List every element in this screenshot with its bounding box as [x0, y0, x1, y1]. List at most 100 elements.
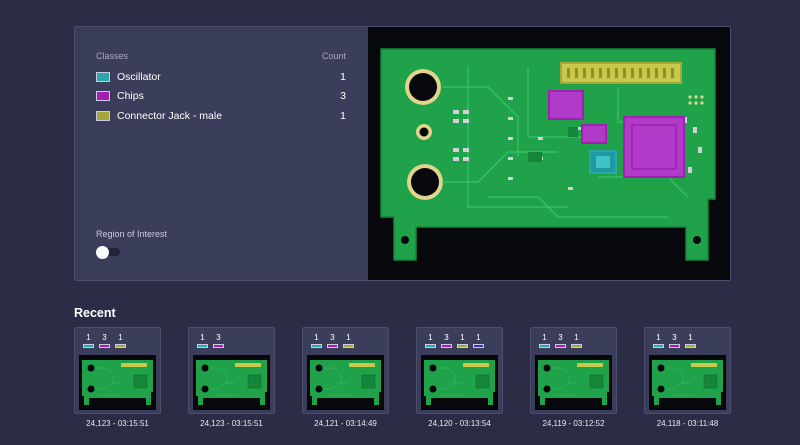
recent-card-box: 1 3 1 — [530, 327, 617, 414]
recent-card[interactable]: 1 3 1 1 24,120 - 03:13:54 — [416, 327, 503, 428]
card-count: 1 — [570, 333, 583, 348]
thumbnail-chip — [247, 374, 262, 389]
roi-label: Region of Interest — [96, 229, 168, 239]
oscillator-body — [596, 156, 610, 168]
card-count-swatch — [539, 344, 550, 348]
mount-hole-icon — [411, 168, 439, 196]
card-count: 1 — [342, 333, 355, 348]
card-count: 3 — [98, 333, 111, 348]
thumbnail-connector — [691, 363, 717, 367]
class-count: 3 — [340, 90, 346, 103]
class-count: 1 — [340, 70, 346, 83]
card-count-swatch — [653, 344, 664, 348]
recent-card[interactable]: 13 24,123 - 03:15:51 — [188, 327, 275, 428]
card-count-value: 1 — [476, 333, 481, 342]
thumbnail-image — [538, 360, 609, 405]
recent-thumbnail — [649, 355, 726, 410]
card-count-value: 1 — [688, 333, 693, 342]
card-count: 1 — [424, 333, 437, 348]
thumbnail-image — [652, 360, 723, 405]
recent-card-box: 1 3 1 1 — [416, 327, 503, 414]
hole-icon — [419, 127, 429, 137]
card-count-value: 3 — [330, 333, 335, 342]
recent-list: 131 24,123 - 03:15:51 13 24,123 - 03:15:… — [74, 327, 731, 428]
mount-hole-icon — [87, 364, 95, 372]
card-count-swatch — [343, 344, 354, 348]
card-count-swatch — [685, 344, 696, 348]
card-count-swatch — [441, 344, 452, 348]
recent-card-caption: 24,123 - 03:15:51 — [200, 419, 263, 428]
card-count-value: 3 — [102, 333, 107, 342]
recent-card-box: 13 — [188, 327, 275, 414]
card-count-swatch — [473, 344, 484, 348]
card-count-list: 1 3 1 — [82, 333, 127, 348]
recent-card-box: 1 3 1 — [644, 327, 731, 414]
thumbnail-chip — [589, 374, 604, 389]
card-count-swatch — [311, 344, 322, 348]
thumbnail-chip — [475, 374, 490, 389]
card-count-list: 13 — [196, 333, 225, 348]
class-summary: Classes Count Oscillator 1 Chips 3 Conne… — [75, 27, 368, 280]
thumbnail-chip — [361, 374, 376, 389]
recent-thumbnail — [421, 355, 498, 410]
recent-card[interactable]: 1 3 1 24,121 - 03:14:49 — [302, 327, 389, 428]
mounting-hole-icon — [693, 236, 701, 244]
card-count: 1 — [652, 333, 665, 348]
toggle-knob — [96, 246, 109, 259]
thumbnail-image — [82, 360, 153, 405]
card-count-swatch — [555, 344, 566, 348]
recent-thumbnail — [193, 355, 270, 410]
count-header: Count — [321, 51, 346, 61]
recent-card[interactable]: 1 3 1 24,118 - 03:11:48 — [644, 327, 731, 428]
card-count-value: 1 — [118, 333, 123, 342]
chip-detection — [581, 124, 607, 144]
mount-hole-icon — [429, 385, 437, 393]
mount-hole-icon — [657, 385, 665, 393]
card-count-swatch — [213, 344, 224, 348]
mount-hole-icon — [543, 385, 551, 393]
mount-hole-icon — [657, 364, 665, 372]
card-count-list: 1 3 1 — [652, 333, 697, 348]
card-count-swatch — [571, 344, 582, 348]
recent-card-box: 1 3 1 — [302, 327, 389, 414]
class-row-oscillator: Oscillator 1 — [96, 67, 346, 87]
card-count-swatch — [327, 344, 338, 348]
pcb-image-view — [368, 27, 730, 280]
class-table-header: Classes Count — [96, 51, 346, 61]
card-count-value: 1 — [656, 333, 661, 342]
card-count-swatch — [115, 344, 126, 348]
classes-header: Classes — [96, 51, 129, 61]
roi-toggle[interactable] — [96, 246, 121, 259]
mount-hole-icon — [543, 364, 551, 372]
mount-hole-icon — [315, 385, 323, 393]
card-count: 1 — [114, 333, 127, 348]
class-row-chips: Chips 3 — [96, 87, 346, 107]
mounting-hole-icon — [401, 236, 409, 244]
mount-hole-icon — [409, 73, 437, 101]
mount-hole-icon — [315, 364, 323, 372]
card-count-value: 1 — [86, 333, 91, 342]
oscillator-swatch — [96, 71, 110, 82]
thumbnail-connector — [349, 363, 375, 367]
mount-hole-icon — [201, 385, 209, 393]
card-count: 1 — [310, 333, 323, 348]
card-count-value: 1 — [314, 333, 319, 342]
thumbnail-chip — [703, 374, 718, 389]
card-count-swatch — [425, 344, 436, 348]
card-count: 3 — [326, 333, 339, 348]
recent-thumbnail — [79, 355, 156, 410]
recent-card[interactable]: 1 3 1 24,123 - 03:15:51 — [74, 327, 161, 428]
thumbnail-connector — [121, 363, 147, 367]
card-count: 1 — [82, 333, 95, 348]
card-count: 1 — [538, 333, 551, 348]
recent-card[interactable]: 1 3 1 24,119 - 03:12:52 — [530, 327, 617, 428]
card-count-value: 1 — [428, 333, 433, 342]
card-count-swatch — [669, 344, 680, 348]
thumbnail-connector — [577, 363, 603, 367]
recent-card-caption: 24,123 - 03:15:51 — [86, 419, 149, 428]
card-count-swatch — [99, 344, 110, 348]
card-count: 1 — [456, 333, 469, 348]
thumbnail-connector — [463, 363, 489, 367]
class-label: Connector Jack - male — [117, 109, 223, 122]
recent-thumbnail — [307, 355, 384, 410]
